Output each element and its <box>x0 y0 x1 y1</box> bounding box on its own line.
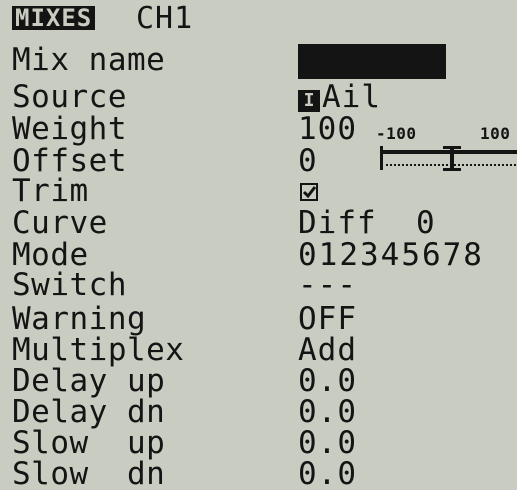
slow-up-value[interactable]: 0.0 <box>298 428 357 459</box>
row-delay-up: Delay up 0.0 <box>0 366 517 397</box>
channel-label: CH1 <box>136 1 194 36</box>
row-switch: Switch --- <box>0 270 517 301</box>
weight-gauge-min: -100 <box>376 124 417 143</box>
weight-value[interactable]: 100 <box>298 114 357 145</box>
row-multiplex: Multiplex Add <box>0 335 517 366</box>
mix-name-field[interactable] <box>298 44 446 79</box>
page-title: MIXES <box>12 6 96 30</box>
row-slow-dn: Slow dn 0.0 <box>0 459 517 490</box>
offset-bar-track <box>380 150 517 154</box>
switch-value[interactable]: --- <box>298 270 357 301</box>
row-warning: Warning OFF <box>0 304 517 335</box>
warning-value[interactable]: OFF <box>298 304 357 335</box>
offset-cursor <box>450 146 454 170</box>
delay-dn-label: Delay dn <box>12 394 166 430</box>
multiplex-label: Multiplex <box>12 332 185 368</box>
row-weight: Weight 100 <box>0 114 517 145</box>
row-source: Source Ail <box>0 82 517 113</box>
curve-value[interactable]: Diff 0 <box>298 208 436 239</box>
source-input-icon: I <box>298 90 320 112</box>
warning-label: Warning <box>12 301 147 337</box>
switch-label: Switch <box>12 267 127 303</box>
trim-label: Trim <box>12 173 89 209</box>
multiplex-value[interactable]: Add <box>298 335 357 366</box>
weight-gauge-max: 100 <box>480 124 511 143</box>
row-curve: Curve Diff 0 <box>0 208 517 239</box>
weight-label: Weight <box>12 111 127 147</box>
offset-value[interactable]: 0 <box>298 146 318 177</box>
trim-checkbox[interactable] <box>300 183 318 201</box>
row-slow-up: Slow up 0.0 <box>0 428 517 459</box>
delay-up-value[interactable]: 0.0 <box>298 366 357 397</box>
delay-up-label: Delay up <box>12 363 166 399</box>
row-trim: Trim <box>0 176 517 207</box>
curve-label: Curve <box>12 205 108 241</box>
source-label: Source <box>12 79 127 115</box>
slow-dn-value[interactable]: 0.0 <box>298 459 357 490</box>
offset-cursor-foot <box>443 168 461 171</box>
slow-up-label: Slow up <box>12 425 166 461</box>
source-value[interactable]: Ail <box>322 82 381 113</box>
slow-dn-label: Slow dn <box>12 456 166 490</box>
row-delay-dn: Delay dn 0.0 <box>0 397 517 428</box>
delay-dn-value[interactable]: 0.0 <box>298 397 357 428</box>
offset-bar-left-edge <box>380 146 383 170</box>
check-icon <box>302 185 317 199</box>
mix-editor-screen: MIXES CH1 Mix name Source Ail I Weight 1… <box>0 0 517 490</box>
mix-name-label: Mix name <box>12 42 166 78</box>
